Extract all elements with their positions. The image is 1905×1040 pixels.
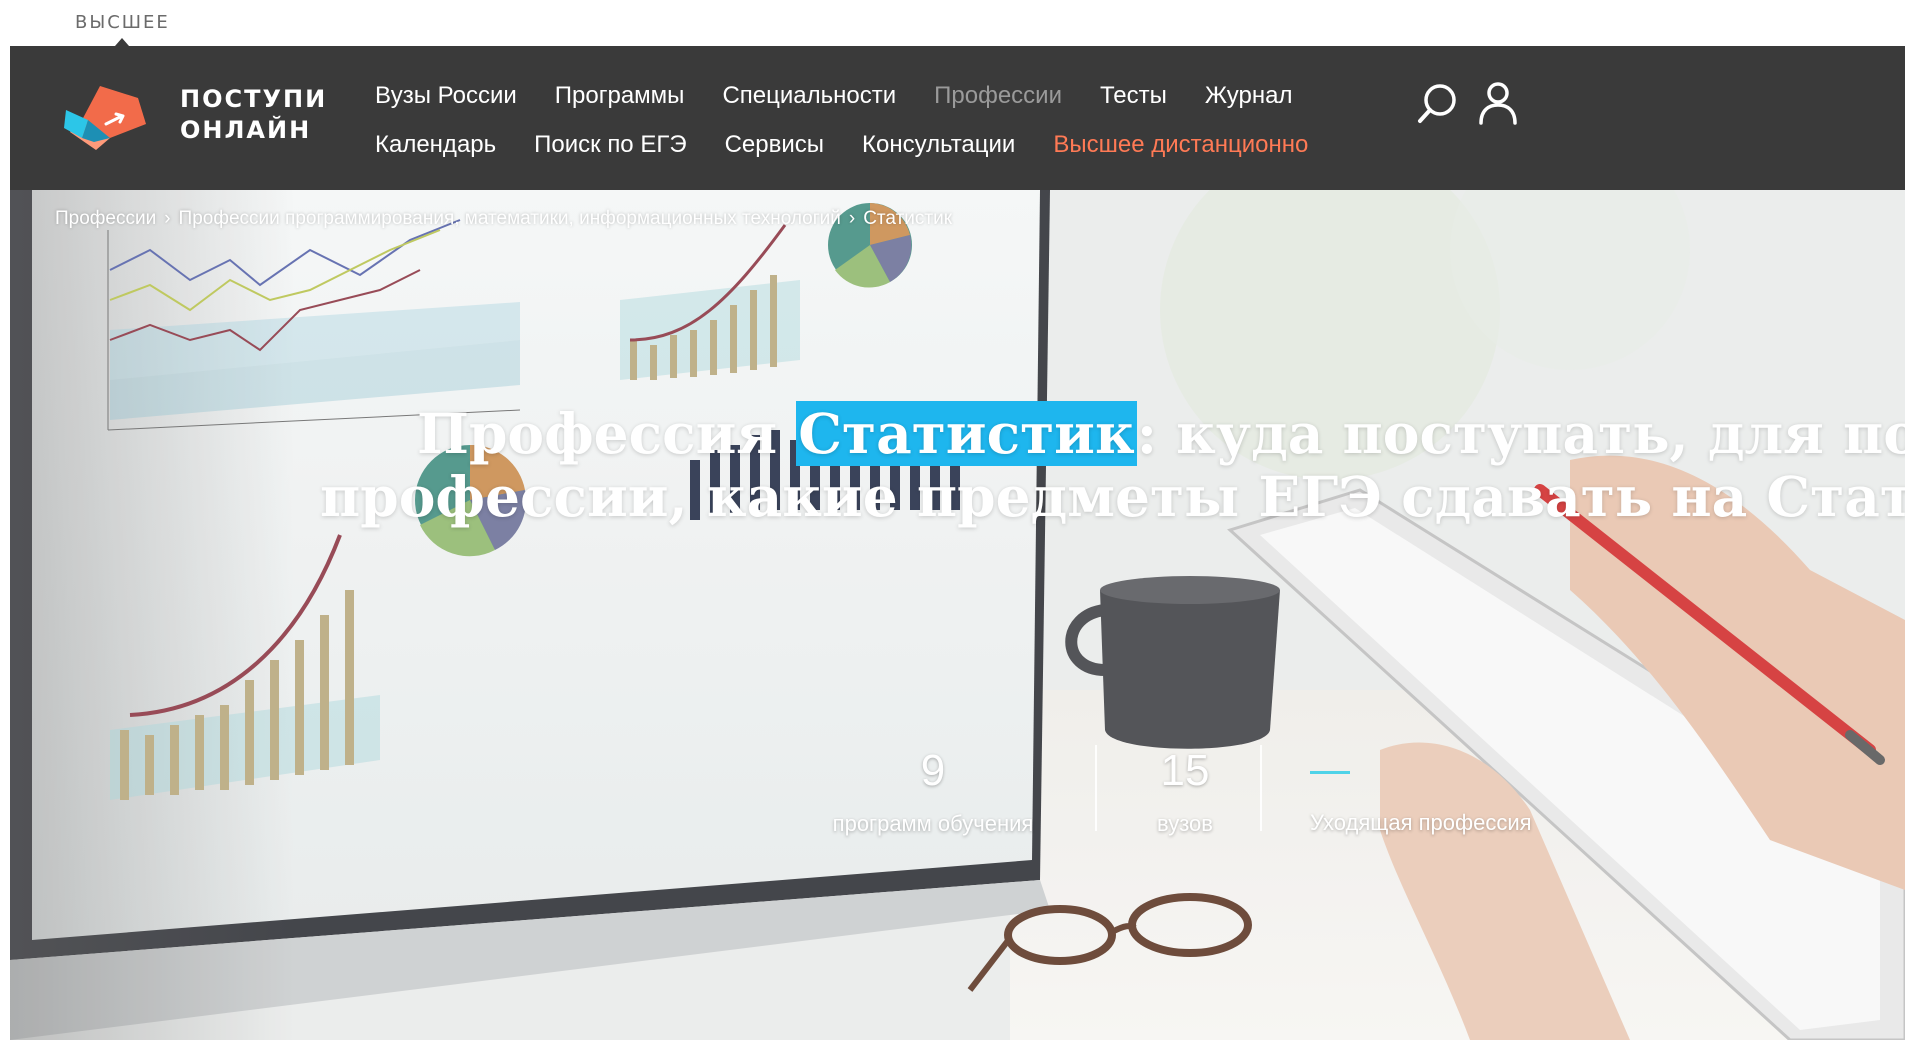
top-tab-caret: [115, 38, 129, 46]
breadcrumb-item-category[interactable]: Профессии программирования, математики, …: [179, 208, 841, 229]
hero-background-image: [10, 190, 1905, 1040]
title-suffix: : куда поступать, для получения: [1136, 401, 1905, 466]
stat-universities[interactable]: 15 вузов: [1120, 745, 1250, 839]
stat-divider: [1260, 745, 1262, 831]
nav-item-professions[interactable]: Профессии: [934, 81, 1062, 111]
logo-line2: ОНЛАЙН: [180, 116, 312, 144]
nav-item-specialties[interactable]: Специальности: [722, 81, 896, 111]
nav-item-universities[interactable]: Вузы России: [375, 81, 517, 111]
stat-divider: [1095, 745, 1097, 831]
chevron-right-icon: ›: [164, 208, 171, 229]
logo-line1: ПОСТУПИ: [180, 85, 328, 113]
nav-item-journal[interactable]: Журнал: [1205, 81, 1293, 111]
title-line2: профессии, какие предметы ЕГЭ сдавать на…: [320, 464, 1905, 529]
site-header: ПОСТУПИ ОНЛАЙН Вузы России Программы Спе…: [10, 46, 1905, 190]
logo-text[interactable]: ПОСТУПИ ОНЛАЙН: [180, 84, 327, 146]
nav-item-consultations[interactable]: Консультации: [862, 130, 1015, 160]
nav-item-ege-search[interactable]: Поиск по ЕГЭ: [534, 130, 686, 160]
stat-programs[interactable]: 9 программ обучения: [818, 745, 1048, 839]
main-nav-row2: Календарь Поиск по ЕГЭ Сервисы Консульта…: [375, 130, 1346, 160]
breadcrumb: Профессии › Профессии программирования, ма…: [55, 208, 952, 230]
nav-item-higher-distance[interactable]: Высшее дистанционно: [1053, 130, 1308, 160]
breadcrumb-item-professions[interactable]: Профессии: [55, 208, 156, 229]
stat-programs-label: программ обучения: [832, 811, 1034, 836]
stat-status-label: Уходящая профессия: [1310, 810, 1532, 835]
logo-icon[interactable]: [60, 80, 172, 156]
stat-universities-label: вузов: [1157, 811, 1213, 836]
title-highlight: Статистик: [796, 401, 1137, 466]
stat-profession-status: Уходящая профессия: [1310, 745, 1570, 838]
stat-universities-value: 15: [1160, 746, 1210, 795]
main-nav-row1: Вузы России Программы Специальности Проф…: [375, 81, 1330, 111]
nav-item-calendar[interactable]: Календарь: [375, 130, 496, 160]
chevron-right-icon: ›: [848, 208, 856, 229]
user-icon[interactable]: [1475, 80, 1521, 126]
breadcrumb-item-current: Статистик: [863, 208, 953, 229]
top-tab-higher[interactable]: ВЫСШЕЕ: [75, 12, 170, 33]
nav-item-programs[interactable]: Программы: [555, 81, 685, 111]
status-dash: [1310, 771, 1350, 774]
title-prefix: Профессия: [417, 401, 797, 466]
nav-item-services[interactable]: Сервисы: [725, 130, 824, 160]
search-icon[interactable]: [1415, 80, 1461, 126]
nav-item-tests[interactable]: Тесты: [1100, 81, 1167, 111]
hero-section: Профессии › Профессии программирования, ма…: [10, 190, 1905, 1040]
profession-stats: 9 программ обучения 15 вузов Уходящая пр…: [10, 745, 1905, 895]
page-title: Профессия Статистик: куда поступать, для…: [320, 401, 1905, 529]
stat-programs-value: 9: [920, 746, 946, 795]
